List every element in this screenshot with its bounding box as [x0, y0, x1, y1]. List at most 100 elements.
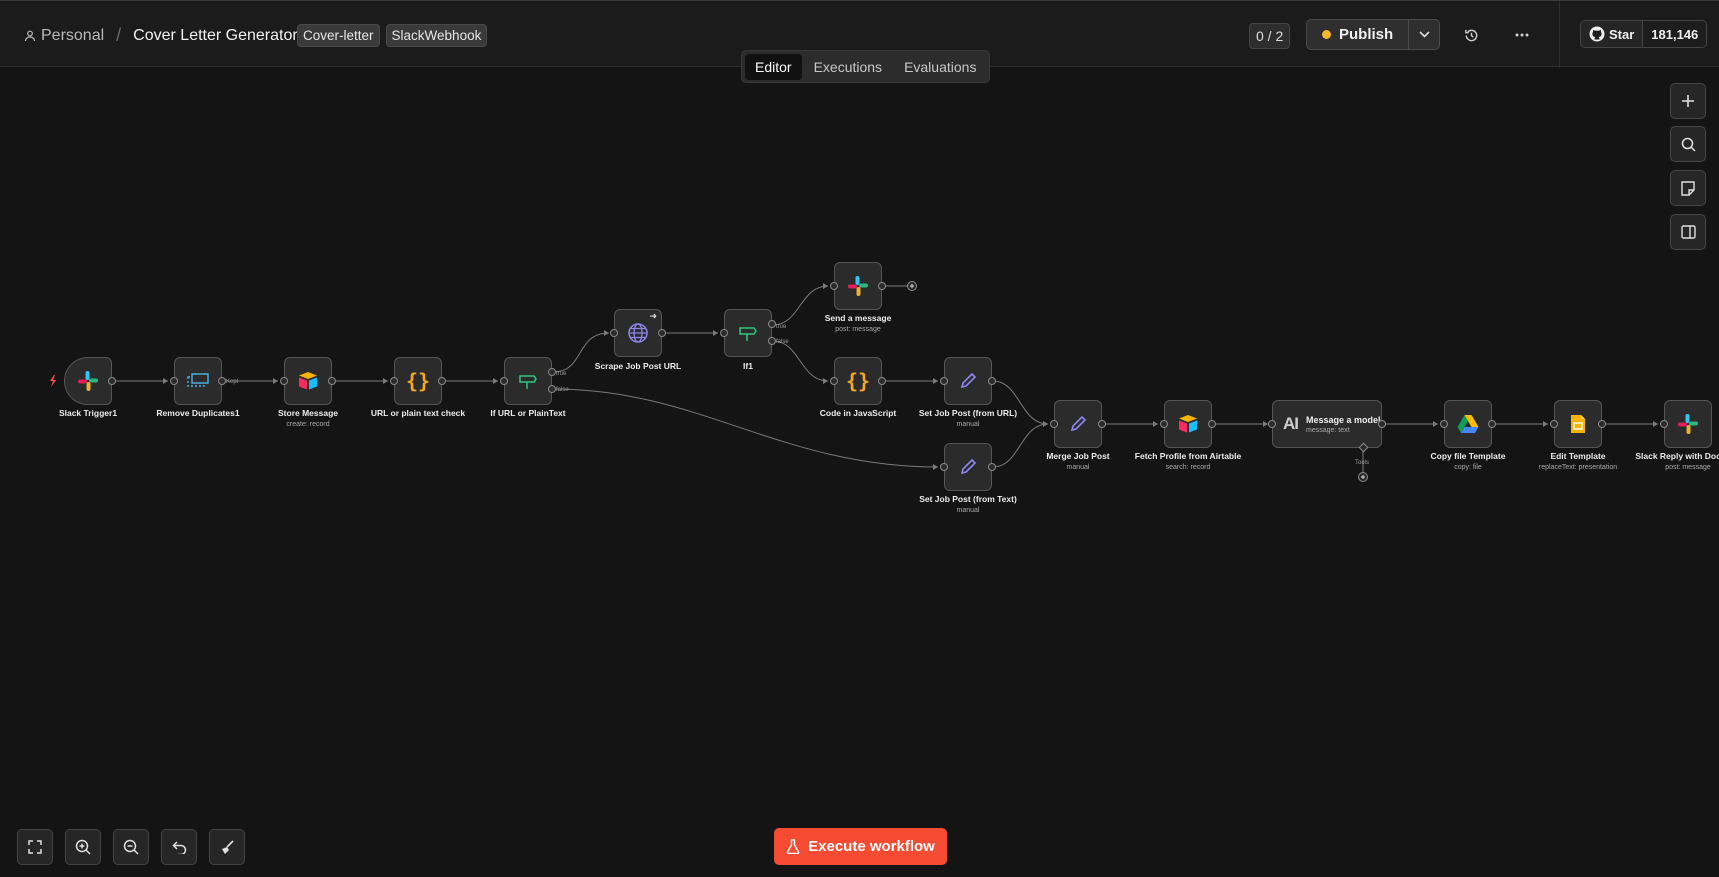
node-slack-trigger[interactable]	[64, 357, 116, 405]
arrow-head	[933, 464, 938, 470]
add-node-plus[interactable]	[907, 281, 917, 291]
broom-icon	[222, 840, 234, 854]
breadcrumb-project[interactable]: Personal	[24, 27, 104, 45]
output-port[interactable]	[328, 377, 336, 385]
search-nodes-button[interactable]	[1670, 126, 1706, 162]
output-port[interactable]	[878, 377, 886, 385]
add-tool-plus[interactable]	[1358, 472, 1368, 482]
node-edit-template[interactable]	[1550, 400, 1606, 448]
add-node-button[interactable]	[1670, 83, 1706, 119]
input-port[interactable]	[390, 377, 398, 385]
output-port[interactable]	[108, 377, 116, 385]
output-port[interactable]	[1378, 420, 1386, 428]
input-port[interactable]	[830, 377, 838, 385]
node-slack-reply[interactable]	[1660, 400, 1712, 448]
input-port[interactable]	[830, 282, 838, 290]
arrow-head	[713, 330, 718, 336]
trigger-bolt-icon	[50, 375, 56, 387]
input-port[interactable]	[1660, 420, 1668, 428]
output-port-false[interactable]	[548, 385, 556, 393]
arrow-head	[163, 378, 168, 384]
node-message-model[interactable]: AI Message a model message: text	[1268, 400, 1386, 453]
github-star-button[interactable]: Star	[1581, 21, 1643, 47]
node-url-check[interactable]: {}	[390, 357, 446, 405]
port-label-false: false	[556, 387, 569, 393]
node-subtitle: message: text	[1306, 426, 1350, 434]
node-code-js[interactable]: {}	[830, 357, 886, 405]
github-star-widget[interactable]: Star 181,146	[1580, 20, 1708, 48]
node-store-message[interactable]	[280, 357, 336, 405]
sticky-note-icon	[1681, 180, 1695, 196]
node-label: If URL or PlainText	[490, 408, 566, 418]
tag-cover-letter[interactable]: Cover-letter	[297, 24, 380, 47]
divider	[1559, 1, 1560, 68]
arrow-head	[1043, 421, 1048, 427]
node-label: Send a message post: message	[824, 313, 892, 333]
output-port[interactable]	[988, 377, 996, 385]
pencil-icon	[1070, 415, 1087, 432]
zoom-out-button[interactable]	[113, 829, 149, 865]
input-port[interactable]	[1550, 420, 1558, 428]
publish-button-group: Publish	[1306, 19, 1441, 50]
workflow-canvas[interactable]: Kept true false true false Tools Slack T…	[0, 67, 1719, 877]
output-port[interactable]	[218, 377, 226, 385]
history-button[interactable]	[1459, 23, 1483, 47]
breadcrumb-project-label: Personal	[41, 26, 105, 44]
fit-view-button[interactable]	[17, 829, 53, 865]
zoom-in-button[interactable]	[65, 829, 101, 865]
output-port[interactable]	[658, 329, 666, 337]
output-port[interactable]	[438, 377, 446, 385]
more-options-button[interactable]	[1510, 23, 1534, 47]
output-port[interactable]	[988, 463, 996, 471]
workflow-title[interactable]: Cover Letter Generator	[133, 27, 298, 45]
input-port[interactable]	[170, 377, 178, 385]
arrow-head	[604, 330, 609, 336]
publish-button[interactable]: Publish	[1307, 20, 1408, 49]
output-port-true[interactable]	[768, 320, 776, 328]
node-merge[interactable]	[1050, 400, 1106, 448]
output-port[interactable]	[1098, 420, 1106, 428]
node-send-message[interactable]	[830, 262, 886, 310]
publish-dropdown-button[interactable]	[1408, 20, 1439, 49]
evaluation-counter[interactable]: 0 / 2	[1249, 23, 1291, 49]
arrow-head	[823, 283, 828, 289]
input-port[interactable]	[940, 377, 948, 385]
output-port-true[interactable]	[548, 368, 556, 376]
node-set-url[interactable]	[940, 357, 996, 405]
tag-slackwebhook[interactable]: SlackWebhook	[385, 24, 488, 47]
toggle-panel-button[interactable]	[1670, 214, 1706, 250]
input-port[interactable]	[940, 463, 948, 471]
node-remove-duplicates[interactable]	[170, 357, 226, 405]
output-port[interactable]	[1598, 420, 1606, 428]
arrow-head	[933, 378, 938, 384]
node-fetch-profile[interactable]	[1160, 400, 1216, 448]
anthropic-icon: AI	[1283, 414, 1299, 433]
output-port[interactable]	[1488, 420, 1496, 428]
arrow-head	[1433, 421, 1438, 427]
output-port[interactable]	[878, 282, 886, 290]
node-copy-template[interactable]	[1440, 400, 1496, 448]
input-port[interactable]	[500, 377, 508, 385]
node-set-text[interactable]	[940, 443, 996, 491]
airtable-icon	[1179, 415, 1197, 433]
undo-button[interactable]	[161, 829, 197, 865]
undo-icon	[171, 841, 186, 854]
input-port[interactable]	[1050, 420, 1058, 428]
input-port[interactable]	[1160, 420, 1168, 428]
execute-workflow-button[interactable]: Execute workflow	[774, 828, 947, 865]
tidy-up-button[interactable]	[209, 829, 245, 865]
input-port[interactable]	[1268, 420, 1276, 428]
input-port[interactable]	[1440, 420, 1448, 428]
github-star-count: 181,146	[1642, 21, 1707, 47]
search-icon	[1681, 137, 1696, 152]
input-port[interactable]	[720, 329, 728, 337]
node-if1[interactable]	[720, 309, 776, 357]
input-port[interactable]	[610, 329, 618, 337]
node-scrape[interactable]: ➜	[610, 309, 666, 357]
sticky-note-button[interactable]	[1670, 170, 1706, 206]
output-port-false[interactable]	[768, 337, 776, 345]
node-if-url[interactable]	[500, 357, 556, 405]
input-port[interactable]	[280, 377, 288, 385]
port-label-tools: Tools	[1355, 460, 1369, 466]
output-port[interactable]	[1208, 420, 1216, 428]
